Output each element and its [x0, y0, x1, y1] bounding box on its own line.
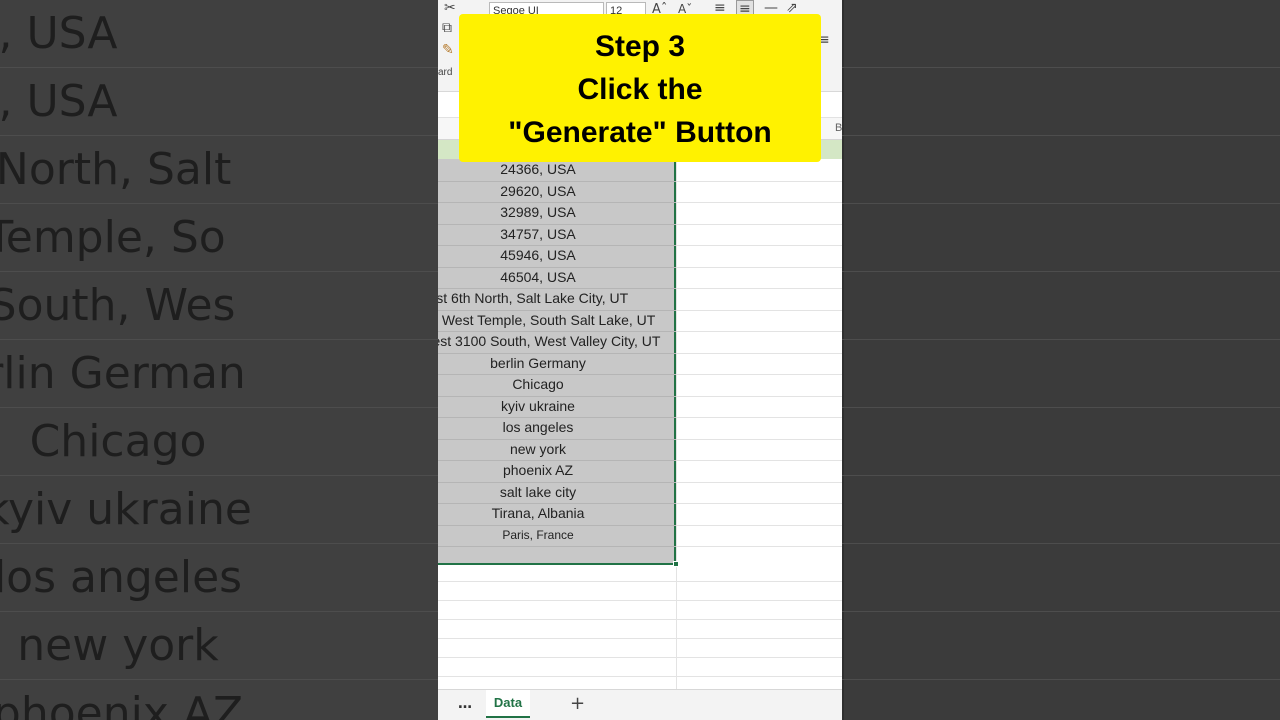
cell[interactable]: los angeles	[438, 417, 698, 438]
cell[interactable]: 24366, USA	[438, 159, 698, 180]
add-sheet-button[interactable]: +	[570, 693, 585, 714]
callout-step: Step 3	[594, 30, 686, 63]
video-frame: 45946, USA 46504, USA 3 West 6th North, …	[0, 0, 1280, 720]
copy-icon[interactable]: ⧉	[442, 20, 452, 36]
bg-text: new york	[17, 620, 219, 671]
cut-icon[interactable]: ✂	[444, 0, 456, 16]
cell[interactable]: 32989, USA	[438, 202, 698, 223]
bg-text: 46504, USA	[0, 76, 118, 127]
bg-text: outh West Temple, So	[0, 212, 226, 263]
cell[interactable]: Tirana, Albania	[438, 503, 698, 524]
background-zoom-left: 45946, USA 46504, USA 3 West 6th North, …	[0, 0, 438, 720]
bg-text: Chicago	[29, 416, 207, 467]
callout-line2: Click the	[577, 73, 703, 106]
cell[interactable]: Paris, France	[438, 525, 698, 546]
cell[interactable]: phoenix AZ	[438, 460, 698, 481]
bg-text: kyiv ukraine	[0, 484, 252, 535]
cell[interactable]: 46504, USA	[438, 267, 698, 288]
callout-line3: "Generate" Button	[508, 116, 772, 149]
instruction-callout: Step 3 Click the "Generate" Button	[459, 14, 821, 162]
cell[interactable]: 45946, USA	[438, 245, 698, 266]
sheet-tab-data[interactable]: Data	[486, 690, 530, 718]
format-painter-icon[interactable]: ✎	[442, 42, 454, 58]
cell[interactable]: kyiv ukraine	[438, 396, 698, 417]
cell[interactable]: new york	[438, 439, 698, 460]
cell[interactable]: Chicago	[438, 374, 698, 395]
sheet-tab-bar: … Data +	[438, 689, 842, 720]
bg-text: West 3100 South, Wes	[0, 280, 236, 331]
cell[interactable]: 34757, USA	[438, 224, 698, 245]
cell[interactable]: salt lake city	[438, 482, 698, 503]
bg-text: 3 West 6th North, Salt	[0, 144, 232, 195]
cell[interactable]: 3 West 6th North, Salt Lake City, UT	[438, 288, 676, 309]
cell[interactable]: outh West Temple, South Salt Lake, UT	[438, 310, 693, 331]
cell[interactable]: West 3100 South, West Valley City, UT	[438, 331, 700, 352]
cell[interactable]: 29620, USA	[438, 181, 698, 202]
bg-text: berlin German	[0, 348, 246, 399]
clipboard-label: ard	[438, 67, 453, 78]
bg-text: los angeles	[0, 552, 243, 603]
background-zoom-right	[842, 0, 1280, 720]
fill-handle[interactable]	[673, 561, 679, 567]
column-header-b[interactable]: B	[835, 122, 842, 134]
bg-text: phoenix AZ	[0, 688, 244, 720]
spreadsheet-grid[interactable]: 24366, USA 29620, USA 32989, USA 34757, …	[438, 159, 842, 689]
cell[interactable]: berlin Germany	[438, 353, 698, 374]
bg-text: 45946, USA	[0, 8, 118, 59]
more-sheets-button[interactable]: …	[458, 696, 472, 712]
